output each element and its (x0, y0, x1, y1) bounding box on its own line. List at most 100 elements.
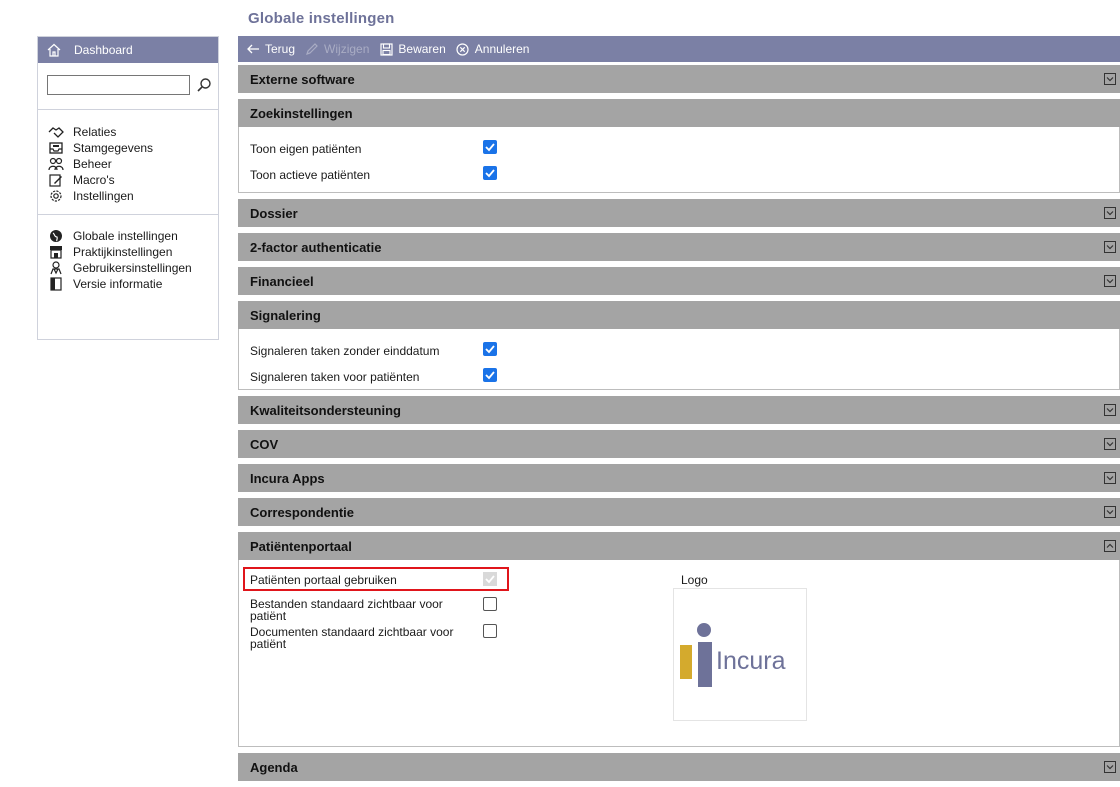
section-header[interactable]: Kwaliteitsondersteuning (238, 396, 1120, 424)
setting-row: Signaleren taken zonder einddatum (239, 337, 1119, 363)
chevron-down-icon[interactable] (1104, 275, 1116, 287)
chevron-down-icon[interactable] (1104, 472, 1116, 484)
sidebar-item-macros[interactable]: Macro's (48, 172, 218, 188)
sidebar-item-label: Macro's (73, 173, 115, 187)
users-icon (48, 156, 64, 172)
sidebar-item-relaties[interactable]: Relaties (48, 124, 218, 140)
edit-button[interactable]: Wijzigen (305, 42, 369, 56)
setting-checkbox[interactable] (483, 342, 497, 356)
sidebar-group-settings: Globale instellingen Praktijkinstellinge… (38, 215, 218, 300)
chevron-down-icon[interactable] (1104, 207, 1116, 219)
sidebar-header-label: Dashboard (74, 43, 133, 57)
setting-checkbox[interactable] (483, 368, 497, 382)
section-externe-software: Externe software (238, 65, 1120, 93)
user-badge-icon (48, 260, 64, 276)
section-header[interactable]: Zoekinstellingen (238, 99, 1120, 127)
inbox-icon (48, 140, 64, 156)
sidebar-item-instellingen[interactable]: Instellingen (48, 188, 218, 204)
setting-checkbox[interactable] (483, 140, 497, 154)
section-header[interactable]: Externe software (238, 65, 1120, 93)
section-header[interactable]: Correspondentie (238, 498, 1120, 526)
section-body: Toon eigen patiënten Toon actieve patiën… (238, 127, 1120, 193)
section-title: Correspondentie (250, 504, 355, 520)
logo-text: Incura (716, 647, 786, 675)
section-title: COV (250, 436, 279, 452)
settings-panels: Externe software Zoekinstellingen Toon e… (238, 65, 1120, 787)
section-header[interactable]: COV (238, 430, 1120, 458)
setting-row: Toon eigen patiënten (239, 135, 1119, 161)
chevron-up-icon[interactable] (1104, 540, 1116, 552)
section-cov: COV (238, 430, 1120, 458)
section-incura-apps: Incura Apps (238, 464, 1120, 492)
gear-icon (48, 188, 64, 204)
setting-checkbox[interactable] (483, 624, 497, 638)
handshake-icon (48, 124, 64, 140)
section-kwaliteitsondersteuning: Kwaliteitsondersteuning (238, 396, 1120, 424)
section-2-factor: 2-factor authenticatie (238, 233, 1120, 261)
section-header[interactable]: Dossier (238, 199, 1120, 227)
sidebar-item-beheer[interactable]: Beheer (48, 156, 218, 172)
section-header[interactable]: Agenda (238, 753, 1120, 781)
section-header[interactable]: Incura Apps (238, 464, 1120, 492)
sidebar-item-gebruikersinstellingen[interactable]: Gebruikersinstellingen (48, 260, 218, 276)
sidebar-item-label: Versie informatie (73, 277, 163, 291)
globe-icon (48, 228, 64, 244)
sidebar-header-dashboard[interactable]: Dashboard (38, 37, 218, 63)
store-icon (48, 244, 64, 260)
page-title: Globale instellingen (248, 10, 395, 27)
setting-label: Bestanden standaard zichtbaar voor patië… (250, 597, 443, 623)
section-header[interactable]: Patiëntenportaal (238, 532, 1120, 560)
sidebar-item-stamgegevens[interactable]: Stamgegevens (48, 140, 218, 156)
search-input[interactable] (47, 74, 190, 95)
sidebar-item-globale-instellingen[interactable]: Globale instellingen (48, 228, 218, 244)
section-header[interactable]: Financieel (238, 267, 1120, 295)
section-header[interactable]: 2-factor authenticatie (238, 233, 1120, 261)
sidebar-item-label: Praktijkinstellingen (73, 245, 173, 259)
cancel-button[interactable]: Annuleren (456, 42, 530, 56)
sidebar-item-praktijkinstellingen[interactable]: Praktijkinstellingen (48, 244, 218, 260)
section-dossier: Dossier (238, 199, 1120, 227)
section-correspondentie: Correspondentie (238, 498, 1120, 526)
chevron-down-icon[interactable] (1104, 404, 1116, 416)
section-patientenportaal: Patiëntenportaal Patiënten portaal gebru… (238, 532, 1120, 747)
sidebar-item-label: Beheer (73, 157, 112, 171)
setting-checkbox[interactable] (483, 572, 497, 586)
section-signalering: Signalering Signaleren taken zonder eind… (238, 301, 1120, 390)
setting-label: Patiënten portaal gebruiken (250, 573, 397, 587)
chevron-down-icon[interactable] (1104, 761, 1116, 773)
book-icon (48, 276, 64, 292)
section-title: Kwaliteitsondersteuning (250, 402, 401, 418)
setting-checkbox[interactable] (483, 166, 497, 180)
section-title: Zoekinstellingen (250, 105, 353, 121)
sidebar-item-label: Relaties (73, 125, 117, 139)
chevron-down-icon[interactable] (1104, 241, 1116, 253)
section-header[interactable]: Signalering (238, 301, 1120, 329)
logo-image[interactable]: Incura (673, 588, 807, 721)
sidebar-search (38, 63, 218, 99)
setting-label: Documenten standaard zichtbaar voor pati… (250, 625, 454, 651)
section-title: Patiëntenportaal (250, 538, 352, 554)
setting-label: Toon eigen patiënten (250, 142, 362, 156)
setting-checkbox[interactable] (483, 597, 497, 611)
section-title: 2-factor authenticatie (250, 239, 382, 255)
sidebar-item-versie-informatie[interactable]: Versie informatie (48, 276, 218, 292)
section-title: Financieel (250, 273, 314, 289)
sidebar-item-label: Globale instellingen (73, 229, 178, 243)
back-label: Terug (265, 42, 296, 56)
search-icon[interactable] (194, 75, 214, 95)
sidebar-group-main: Relaties Stamgegevens Beheer Macro's Ins… (38, 110, 218, 212)
section-title: Externe software (250, 71, 355, 87)
section-body: Signaleren taken zonder einddatum Signal… (238, 329, 1120, 390)
save-button[interactable]: Bewaren (379, 42, 446, 56)
back-button[interactable]: Terug (246, 42, 295, 56)
setting-label: Signaleren taken zonder einddatum (250, 344, 440, 358)
macro-icon (48, 172, 64, 188)
chevron-down-icon[interactable] (1104, 438, 1116, 450)
cancel-label: Annuleren (474, 42, 530, 56)
section-title: Dossier (250, 205, 298, 221)
chevron-down-icon[interactable] (1104, 73, 1116, 85)
section-zoekinstellingen: Zoekinstellingen Toon eigen patiënten To… (238, 99, 1120, 193)
chevron-down-icon[interactable] (1104, 506, 1116, 518)
toolbar: Terug Wijzigen Bewaren Annuleren (238, 36, 1120, 62)
pencil-icon (305, 42, 319, 56)
